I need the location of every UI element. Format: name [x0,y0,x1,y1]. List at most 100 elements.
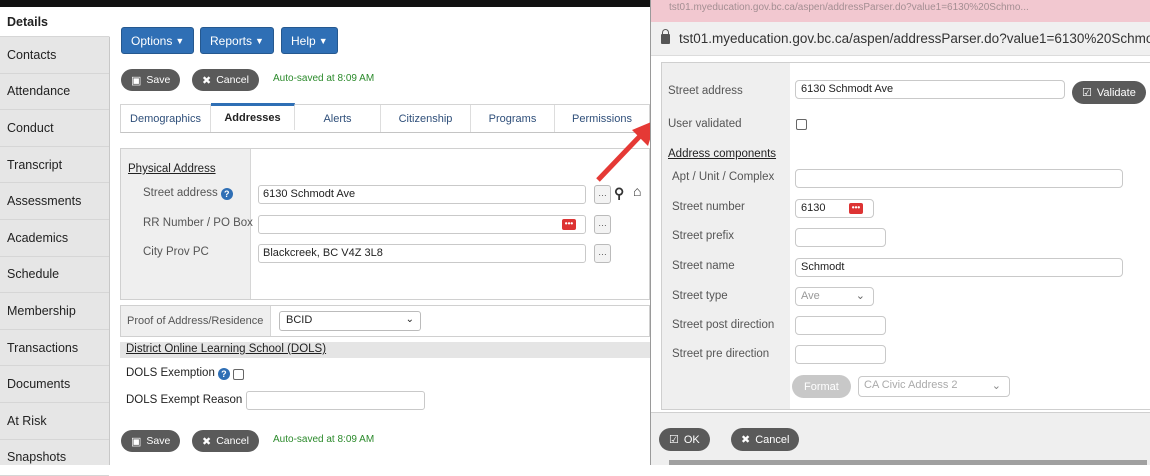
city-prov-pc-label: City Prov PC [143,246,209,258]
city-prov-pc-field[interactable]: Blackcreek, BC V4Z 3L8 [258,244,586,263]
save-button-top[interactable]: ▣ Save [121,69,181,91]
reports-menu-button[interactable]: Reports ▼ [200,27,274,54]
autosave-status-bottom: Auto-saved at 8:09 AM [273,434,375,445]
save-label: Save [146,435,171,447]
user-validated-checkbox[interactable] [796,119,807,130]
dols-exemption-label-text: DOLS Exemption [126,367,215,379]
dols-exemption-checkbox[interactable] [233,369,244,380]
street-number-label: Street number [672,201,745,213]
check-square-icon: ☑ [669,434,679,446]
side-tab-transcript[interactable]: Transcript [0,147,109,184]
proof-of-address-row: Proof of Address/Residence BCID ⌄ [120,305,650,337]
rr-number-label: RR Number / PO Box [143,217,253,229]
side-tabs: Details Contacts Attendance Conduct Tran… [0,7,110,476]
detail-tabs: Demographics Addresses Alerts Citizenshi… [120,103,650,133]
side-tab-academics[interactable]: Academics [0,220,109,257]
address-format-select[interactable]: CA Civic Address 2 ⌄ [858,376,1010,397]
proof-of-address-label: Proof of Address/Residence [121,306,271,336]
validate-button[interactable]: ☑ Validate [1072,81,1146,104]
street-type-value: Ave [801,290,820,302]
street-type-select[interactable]: Ave ⌄ [795,287,874,306]
save-icon: ▣ [131,74,142,87]
side-tab-contacts[interactable]: Contacts [0,37,109,74]
help-label: Help [291,33,316,48]
dols-exempt-reason-field[interactable] [246,391,425,410]
street-post-direction-label: Street post direction [672,319,775,331]
cancel-button-bottom[interactable]: ✖ Cancel [192,430,259,452]
side-tab-documents[interactable]: Documents [0,366,109,403]
caret-down-icon: ▼ [175,35,185,46]
proof-of-address-value: BCID [286,314,313,326]
address-parser-popup: tst01.myeducation.gov.bc.ca/aspen/addres… [650,0,1150,465]
cancel-button-top[interactable]: ✖ Cancel [192,69,259,91]
proof-of-address-select[interactable]: BCID ⌄ [279,311,421,331]
rr-number-lookup-button[interactable]: … [594,215,611,234]
close-icon: ✖ [202,435,212,448]
format-button[interactable]: Format [792,375,851,398]
user-validated-label: User validated [668,118,742,130]
caret-down-icon: ▼ [255,35,264,46]
dols-exemption-label: DOLS Exemption? [126,367,230,380]
street-name-field[interactable]: Schmodt [795,258,1123,277]
popup-footer: ☑ OK ✖ Cancel [651,412,1150,465]
autosave-status-top: Auto-saved at 8:09 AM [273,73,375,84]
chevron-down-icon: ⌄ [855,290,865,302]
chevron-down-icon: ⌄ [991,380,1001,392]
city-lookup-button[interactable]: … [594,244,611,263]
apt-unit-label: Apt / Unit / Complex [672,171,775,183]
side-tab-details[interactable]: Details [0,7,110,37]
main-panel: Options ▼ Reports ▼ Help ▼ ▣ Save ✖ Cancel Au… [110,7,650,465]
validate-label: Validate [1096,86,1136,99]
street-prefix-field[interactable] [795,228,886,247]
popup-cancel-label: Cancel [755,433,790,446]
tab-programs[interactable]: Programs [471,105,555,132]
tab-citizenship[interactable]: Citizenship [381,105,471,132]
popup-title-text: tst01.myeducation.gov.bc.ca/aspen/addres… [669,2,1029,13]
check-square-icon: ☑ [1082,87,1092,99]
close-icon: ✖ [741,434,751,446]
side-tab-at-risk[interactable]: At Risk [0,403,109,440]
street-address-label: Street address? [143,187,233,200]
side-tab-schedule[interactable]: Schedule [0,257,109,294]
street-prefix-label: Street prefix [672,230,734,242]
popup-cancel-button[interactable]: ✖ Cancel [731,428,800,451]
ok-button[interactable]: ☑ OK [659,428,710,451]
popup-url: tst01.myeducation.gov.bc.ca/aspen/addres… [679,31,1150,46]
address-format-value: CA Civic Address 2 [864,379,958,391]
street-type-label: Street type [672,290,728,302]
side-tab-snapshots[interactable]: Snapshots [0,440,109,476]
street-pre-direction-field[interactable] [795,345,886,364]
tab-demographics[interactable]: Demographics [121,105,211,132]
street-address-label-text: Street address [143,187,218,199]
help-menu-button[interactable]: Help ▼ [281,27,338,54]
dols-exempt-reason-label: DOLS Exempt Reason [126,394,243,406]
password-manager-icon[interactable]: ••• [562,219,576,230]
tab-alerts[interactable]: Alerts [295,105,381,132]
save-button-bottom[interactable]: ▣ Save [121,430,181,452]
street-post-direction-field[interactable] [795,316,886,335]
tab-addresses[interactable]: Addresses [211,103,295,130]
popup-horizontal-scrollbar[interactable] [669,460,1147,465]
side-tab-attendance[interactable]: Attendance [0,74,109,111]
close-icon: ✖ [202,74,212,87]
side-tab-assessments[interactable]: Assessments [0,183,109,220]
side-tab-conduct[interactable]: Conduct [0,110,109,147]
popup-url-bar[interactable]: tst01.myeducation.gov.bc.ca/aspen/addres… [651,22,1150,56]
popup-street-address-field[interactable]: 6130 Schmodt Ave [795,80,1065,99]
side-tab-membership[interactable]: Membership [0,293,109,330]
help-icon[interactable]: ? [217,368,230,380]
lock-icon [661,29,670,44]
apt-unit-field[interactable] [795,169,1123,188]
help-icon[interactable]: ? [220,188,233,200]
options-menu-button[interactable]: Options ▼ [121,27,195,54]
reports-label: Reports [210,33,253,48]
street-name-label: Street name [672,260,735,272]
street-address-field[interactable]: 6130 Schmodt Ave [258,185,586,204]
side-tab-transactions[interactable]: Transactions [0,330,109,367]
chevron-down-icon: ⌄ [405,314,414,325]
address-components-title: Address components [668,148,777,160]
rr-number-field[interactable] [258,215,586,234]
password-manager-icon[interactable]: ••• [849,203,863,214]
street-number-value: 6130 [801,202,826,214]
physical-address-title: Physical Address [128,163,216,175]
